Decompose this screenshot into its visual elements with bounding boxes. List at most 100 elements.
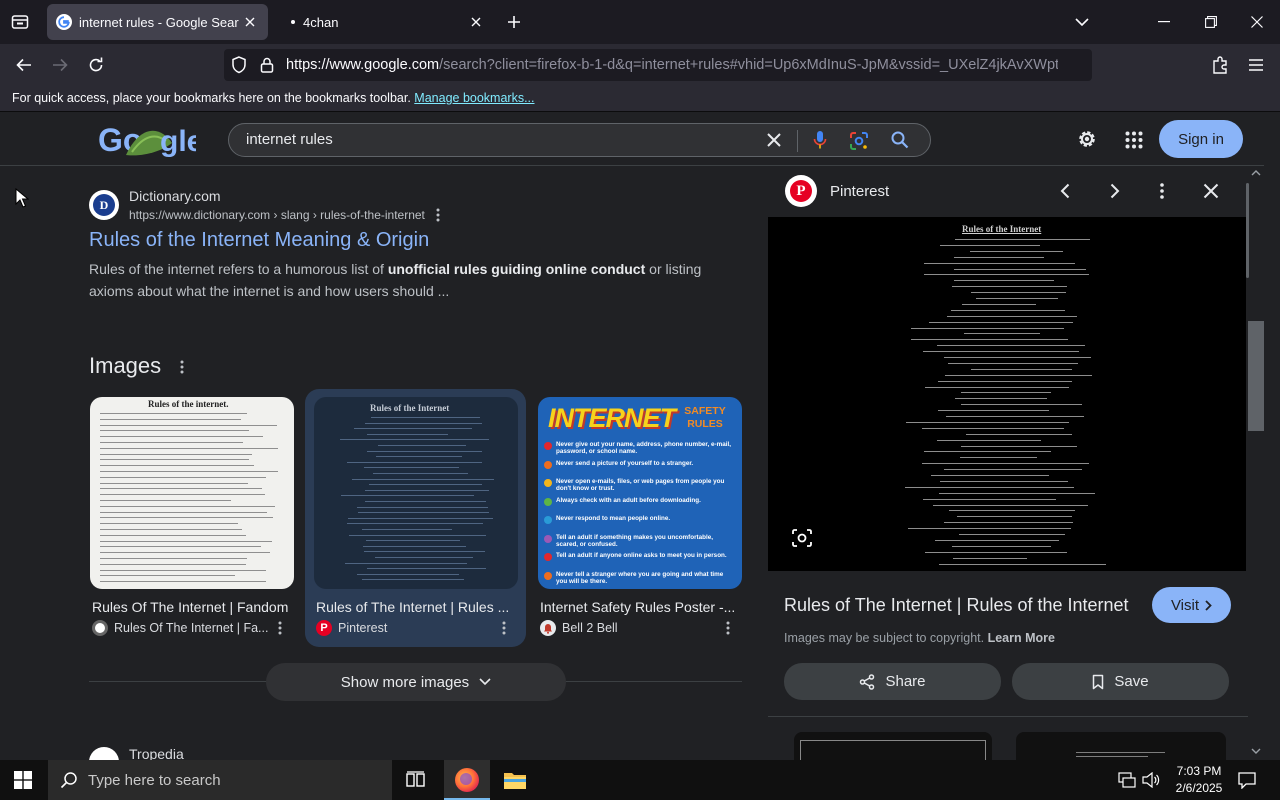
taskbar-search-box[interactable]: Type here to search bbox=[48, 760, 392, 800]
windows-start-icon[interactable] bbox=[14, 771, 32, 789]
learn-more-link[interactable]: Learn More bbox=[988, 631, 1055, 645]
result-title-link[interactable]: Rules of the Internet Meaning & Origin bbox=[89, 229, 429, 252]
panel-scrollbar-thumb[interactable] bbox=[1246, 183, 1249, 278]
extensions-icon[interactable] bbox=[1204, 49, 1236, 81]
settings-gear-icon[interactable] bbox=[1076, 128, 1098, 150]
text-line bbox=[100, 418, 241, 420]
result-site-name[interactable]: Dictionary.com bbox=[129, 188, 221, 204]
tab-google-search[interactable]: internet rules - Google Search bbox=[47, 4, 268, 40]
image-thumbnail[interactable]: Rules of the Internet bbox=[314, 397, 518, 589]
manage-bookmarks-link[interactable]: Manage bookmarks... bbox=[414, 91, 534, 105]
image-title[interactable]: Rules of The Internet | Rules ... bbox=[316, 599, 516, 615]
more-options-icon[interactable] bbox=[436, 208, 440, 222]
close-tab-icon[interactable] bbox=[240, 12, 260, 32]
text-line bbox=[1076, 752, 1165, 753]
text-line bbox=[961, 303, 1036, 305]
voice-search-icon[interactable] bbox=[813, 130, 827, 150]
text-line bbox=[370, 417, 480, 418]
share-button[interactable]: Share bbox=[784, 663, 1001, 700]
poster-rule: Tell an adult if something makes you unc… bbox=[544, 534, 734, 548]
preview-image[interactable]: Rules of the Internet bbox=[768, 217, 1246, 571]
back-icon[interactable] bbox=[8, 49, 40, 81]
more-options-icon[interactable] bbox=[502, 621, 506, 635]
lens-camera-icon[interactable] bbox=[791, 528, 813, 548]
poster-rule: Always check with an adult before downlo… bbox=[544, 497, 734, 506]
text-line bbox=[950, 309, 1065, 311]
new-tab-icon[interactable] bbox=[498, 6, 530, 38]
reload-icon[interactable] bbox=[80, 49, 112, 81]
forward-icon[interactable] bbox=[44, 49, 76, 81]
text-line bbox=[953, 268, 1086, 270]
list-all-tabs-icon[interactable] bbox=[1066, 6, 1098, 38]
google-apps-icon[interactable] bbox=[1125, 131, 1143, 149]
mouse-cursor-icon bbox=[15, 188, 29, 208]
minimize-icon[interactable] bbox=[1141, 0, 1187, 44]
images-more-options-icon[interactable] bbox=[180, 360, 184, 374]
panel-source-name[interactable]: Pinterest bbox=[830, 183, 889, 200]
result-url[interactable]: https://www.dictionary.com › slang › rul… bbox=[129, 208, 425, 222]
file-explorer-icon[interactable] bbox=[503, 770, 527, 790]
panel-more-options-icon[interactable] bbox=[1160, 183, 1164, 199]
image-source[interactable]: P Pinterest bbox=[316, 620, 516, 636]
image-source[interactable]: Rules Of The Internet | Fa... bbox=[92, 620, 292, 636]
close-panel-icon[interactable] bbox=[1203, 183, 1219, 199]
restore-icon[interactable] bbox=[1188, 0, 1234, 44]
image-title[interactable]: Internet Safety Rules Poster -... bbox=[540, 599, 740, 615]
previous-image-icon[interactable] bbox=[1060, 183, 1070, 199]
text-line bbox=[940, 244, 1041, 246]
url-text[interactable]: https://www.google.com/search?client=fir… bbox=[286, 57, 1058, 73]
lens-search-icon[interactable] bbox=[849, 131, 869, 151]
search-icon[interactable] bbox=[891, 131, 909, 149]
related-image-thumbnail[interactable] bbox=[1016, 732, 1226, 760]
text-line bbox=[945, 374, 1093, 376]
browser-tab-bar: internet rules - Google Search 4chan bbox=[0, 0, 1280, 44]
task-view-icon[interactable] bbox=[406, 771, 426, 789]
google-logo[interactable]: Go gle bbox=[96, 121, 196, 159]
search-input[interactable]: internet rules bbox=[246, 131, 333, 148]
app-menu-icon[interactable] bbox=[1240, 49, 1272, 81]
chevron-down-icon bbox=[479, 678, 491, 686]
close-window-icon[interactable] bbox=[1234, 0, 1280, 44]
page-scrollbar[interactable] bbox=[1248, 166, 1264, 760]
text-line bbox=[905, 421, 1069, 423]
firefox-view-icon[interactable] bbox=[4, 6, 36, 38]
text-line bbox=[907, 528, 1071, 530]
lock-icon[interactable] bbox=[251, 49, 283, 81]
clear-search-icon[interactable] bbox=[766, 132, 782, 148]
visit-button[interactable]: Visit bbox=[1152, 587, 1231, 623]
text-line bbox=[366, 450, 483, 452]
result-site-name[interactable]: Tropedia bbox=[129, 746, 184, 760]
notifications-icon[interactable] bbox=[1238, 771, 1256, 789]
save-button[interactable]: Save bbox=[1012, 663, 1229, 700]
preview-doc-heading: Rules of the Internet bbox=[962, 224, 1042, 234]
taskbar-firefox[interactable] bbox=[444, 760, 490, 800]
network-icon[interactable] bbox=[1118, 772, 1136, 788]
panel-image-title[interactable]: Rules of The Internet | Rules of the Int… bbox=[784, 595, 1129, 616]
more-options-icon[interactable] bbox=[278, 621, 282, 635]
image-title[interactable]: Rules Of The Internet | Fandom bbox=[92, 599, 292, 615]
next-image-icon[interactable] bbox=[1110, 183, 1120, 199]
search-box[interactable]: internet rules bbox=[228, 123, 931, 157]
text-line bbox=[948, 510, 1076, 512]
image-thumbnail[interactable]: Rules of the internet. bbox=[90, 397, 294, 589]
clock-date[interactable]: 2/6/2025 bbox=[1170, 781, 1228, 795]
text-line bbox=[364, 489, 490, 491]
more-options-icon[interactable] bbox=[726, 621, 730, 635]
show-more-images-button[interactable]: Show more images bbox=[266, 663, 566, 701]
sign-in-button[interactable]: Sign in bbox=[1159, 120, 1243, 158]
image-thumbnail[interactable]: INTERNET SAFETY RULES Never give out you… bbox=[538, 397, 742, 589]
text-line bbox=[966, 433, 1072, 435]
image-source[interactable]: Bell 2 Bell bbox=[540, 620, 740, 636]
scrollbar-thumb[interactable] bbox=[1248, 321, 1264, 431]
text-line bbox=[923, 351, 1079, 353]
close-tab-icon[interactable] bbox=[466, 12, 486, 32]
text-line bbox=[100, 505, 275, 507]
scroll-down-icon[interactable] bbox=[1251, 748, 1261, 754]
volume-icon[interactable] bbox=[1142, 772, 1160, 788]
tab-4chan[interactable]: 4chan bbox=[276, 4, 498, 40]
related-image-thumbnail[interactable] bbox=[794, 732, 992, 760]
text-line bbox=[362, 529, 453, 530]
clock-time[interactable]: 7:03 PM bbox=[1174, 764, 1224, 778]
scroll-up-icon[interactable] bbox=[1251, 170, 1261, 176]
text-line bbox=[100, 471, 278, 472]
